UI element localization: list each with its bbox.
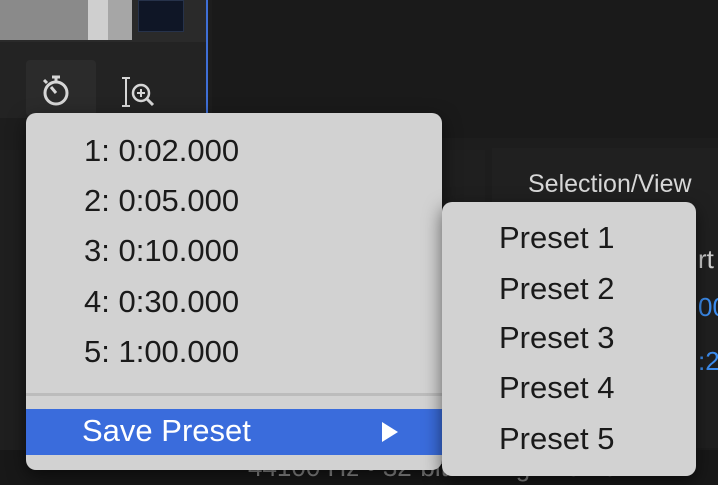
submenu-item-preset-2[interactable]: Preset 2 [499,271,614,307]
zoom-selection-icon[interactable] [116,72,160,112]
overview-dark-block [138,0,184,32]
submenu-item-preset-1[interactable]: Preset 1 [499,220,614,256]
submenu-arrow-icon [382,422,398,442]
panel-value-fragment: :2 [698,346,718,376]
menu-item-preset-1[interactable]: 1: 0:02.000 [84,133,239,169]
overview-thumbnail [0,0,88,40]
save-preset-submenu: Preset 1 Preset 2 Preset 3 Preset 4 Pres… [442,202,696,476]
menu-item-preset-4[interactable]: 4: 0:30.000 [84,284,239,320]
panel-heading: Selection/View [528,170,692,198]
submenu-item-preset-5[interactable]: Preset 5 [499,421,614,457]
duration-menu: 1: 0:02.000 2: 0:05.000 3: 0:10.000 4: 0… [26,113,442,470]
overview-thumbnail-segment [108,0,132,40]
save-preset-menu-item[interactable]: Save Preset [26,409,442,455]
panel-value-fragment: 00 [698,292,718,322]
overview-thumbnail-highlight [88,0,108,40]
menu-item-preset-5[interactable]: 5: 1:00.000 [84,334,239,370]
submenu-item-preset-3[interactable]: Preset 3 [499,320,614,356]
submenu-item-preset-4[interactable]: Preset 4 [499,370,614,406]
menu-item-preset-2[interactable]: 2: 0:05.000 [84,183,239,219]
playhead-line [206,0,208,118]
menu-separator [26,393,442,396]
panel-label-fragment: rt [698,244,714,274]
stopwatch-icon[interactable] [38,72,74,108]
save-preset-label: Save Preset [82,413,251,448]
menu-item-preset-3[interactable]: 3: 0:10.000 [84,233,239,269]
